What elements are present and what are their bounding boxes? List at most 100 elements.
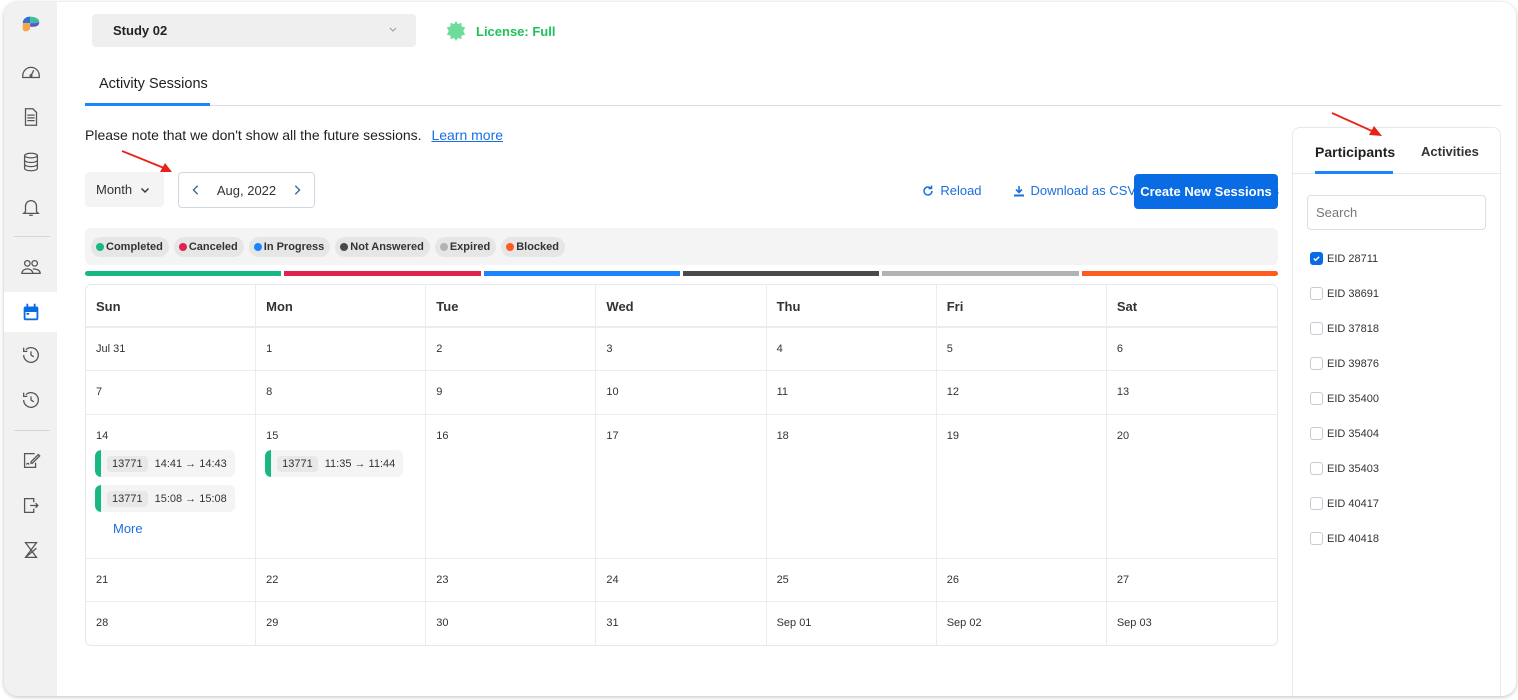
calendar-day-cell[interactable]: 26	[937, 559, 1107, 601]
next-month-button[interactable]	[290, 183, 304, 197]
status-bar-in-progress	[483, 271, 680, 276]
calendar-day-cell[interactable]: 1	[256, 328, 427, 370]
tab-participants[interactable]: Participants	[1315, 144, 1395, 160]
calendar-day-cell[interactable]: 6	[1107, 328, 1277, 370]
calendar-day-cell[interactable]: 12	[937, 371, 1107, 414]
previous-month-button[interactable]	[189, 183, 203, 197]
calendar-day-cell[interactable]: 7	[86, 371, 257, 414]
view-mode-dropdown[interactable]: Month	[85, 172, 164, 207]
create-new-sessions-button[interactable]: Create New Sessions	[1134, 174, 1278, 209]
sidebar-item-participants[interactable]	[4, 247, 57, 287]
calendar-day-cell[interactable]: Sep 01	[767, 602, 937, 645]
participant-item[interactable]: EID 35400	[1310, 381, 1379, 416]
calendar-day-cell[interactable]: 14 13771 14:41 → 14:43 13771 15:08 → 15:08 Mo…	[86, 415, 257, 558]
calendar-day-cell[interactable]: 8	[256, 371, 427, 414]
day-number: Sep 02	[946, 617, 982, 629]
app-logo[interactable]	[4, 4, 57, 44]
participant-checkbox[interactable]	[1310, 532, 1323, 545]
weekday-header: Fri	[937, 285, 1107, 326]
calendar-day-cell[interactable]: 24	[596, 559, 767, 601]
calendar-day-cell[interactable]: 18	[767, 415, 937, 558]
future-sessions-note: Please note that we don't show all the f…	[85, 127, 503, 143]
participant-checkbox[interactable]	[1310, 322, 1323, 335]
session-item[interactable]: 13771 15:08 → 15:08	[95, 485, 235, 512]
day-number: 11	[776, 386, 788, 398]
calendar-day-cell[interactable]: Jul 31	[86, 328, 257, 370]
sidebar-item-calendar[interactable]	[4, 292, 57, 332]
calendar-day-cell[interactable]: 16	[426, 415, 597, 558]
participant-checkbox[interactable]	[1310, 392, 1323, 405]
session-item[interactable]: 13771 11:35 → 11:44	[265, 450, 404, 477]
participant-item[interactable]: EID 28711	[1310, 241, 1379, 276]
weekday-header: Sun	[86, 285, 257, 326]
calendar-day-cell[interactable]: 29	[256, 602, 427, 645]
session-item[interactable]: 13771 14:41 → 14:43	[95, 450, 235, 477]
participant-item[interactable]: EID 38691	[1310, 276, 1379, 311]
participant-label: EID 40417	[1327, 497, 1379, 510]
calendar-day-cell[interactable]: 15 13771 11:35 → 11:44	[256, 415, 427, 558]
sidebar-item-database[interactable]	[4, 142, 57, 182]
participant-item[interactable]: EID 35403	[1310, 451, 1379, 486]
participant-item[interactable]: EID 37818	[1310, 311, 1379, 346]
calendar-day-cell[interactable]: 19	[937, 415, 1107, 558]
calendar-day-cell[interactable]: 3	[596, 328, 767, 370]
calendar-day-cell[interactable]: 27	[1107, 559, 1277, 601]
legend-chip-completed[interactable]: Completed	[91, 236, 169, 257]
sidebar-item-history-2[interactable]	[4, 380, 57, 420]
sidebar-item-history-1[interactable]	[4, 335, 57, 375]
legend-chip-blocked[interactable]: Blocked	[501, 236, 565, 257]
status-bar-completed	[85, 271, 282, 276]
participant-item[interactable]: EID 40418	[1310, 521, 1379, 556]
sidebar-item-analytics[interactable]	[4, 530, 57, 570]
calendar-day-cell[interactable]: 9	[426, 371, 597, 414]
calendar-day-cell[interactable]: 30	[426, 602, 597, 645]
tab-activity-sessions[interactable]: Activity Sessions	[99, 76, 208, 92]
legend-chip-not-answered[interactable]: Not Answered	[335, 236, 430, 257]
calendar-day-cell[interactable]: 31	[596, 602, 767, 645]
learn-more-link[interactable]: Learn more	[431, 127, 503, 143]
sidebar-item-documents[interactable]	[4, 97, 57, 137]
calendar-day-cell[interactable]: 21	[86, 559, 257, 601]
file-export-icon	[23, 497, 39, 513]
calendar-day-cell[interactable]: 17	[596, 415, 767, 558]
calendar-week-row: 7 8 9 10 11 12 13	[86, 371, 1277, 415]
day-number: 2	[436, 343, 443, 355]
calendar-day-cell[interactable]: 2	[426, 328, 597, 370]
participant-checkbox[interactable]	[1310, 497, 1323, 510]
legend-chip-expired[interactable]: Expired	[434, 236, 497, 257]
calendar-day-cell[interactable]: 13	[1107, 371, 1277, 414]
participant-search-input[interactable]	[1307, 195, 1486, 230]
sidebar-item-dashboard[interactable]	[4, 52, 57, 92]
participant-item[interactable]: EID 40417	[1310, 486, 1379, 521]
legend-chip-in-progress[interactable]: In Progress	[248, 236, 331, 257]
calendar-day-cell[interactable]: 28	[86, 602, 257, 645]
participant-checkbox[interactable]	[1310, 427, 1323, 440]
participant-checkbox[interactable]	[1310, 252, 1323, 265]
calendar-day-cell[interactable]: 5	[937, 328, 1107, 370]
calendar-day-cell[interactable]: 20	[1107, 415, 1277, 558]
participant-item[interactable]: EID 39876	[1310, 346, 1379, 381]
sidebar-item-signature[interactable]	[4, 440, 57, 480]
participant-checkbox[interactable]	[1310, 287, 1323, 300]
more-sessions-link[interactable]: More	[113, 521, 255, 536]
sidebar-item-export[interactable]	[4, 485, 57, 525]
legend-chip-canceled[interactable]: Canceled	[173, 236, 244, 257]
chevron-left-icon	[192, 185, 199, 195]
reload-button[interactable]: Reload	[922, 183, 982, 198]
calendar-day-cell[interactable]: 22	[256, 559, 427, 601]
participant-checkbox[interactable]	[1310, 357, 1323, 370]
calendar-day-cell[interactable]: 23	[426, 559, 597, 601]
calendar-day-cell[interactable]: Sep 03	[1107, 602, 1277, 645]
participant-checkbox[interactable]	[1310, 462, 1323, 475]
calendar-day-cell[interactable]: 25	[767, 559, 937, 601]
calendar-day-cell[interactable]: 4	[767, 328, 937, 370]
calendar-day-cell[interactable]: Sep 02	[937, 602, 1107, 645]
sidebar-item-notifications[interactable]	[4, 187, 57, 227]
tab-activities[interactable]: Activities	[1421, 144, 1479, 159]
calendar-day-cell[interactable]: 10	[596, 371, 767, 414]
day-number: 13	[1116, 386, 1130, 398]
calendar-day-cell[interactable]: 11	[767, 371, 937, 414]
study-select[interactable]: Study 02	[92, 14, 416, 47]
participant-item[interactable]: EID 35404	[1310, 416, 1379, 451]
download-csv-button[interactable]: Download as CSV	[1013, 183, 1136, 198]
